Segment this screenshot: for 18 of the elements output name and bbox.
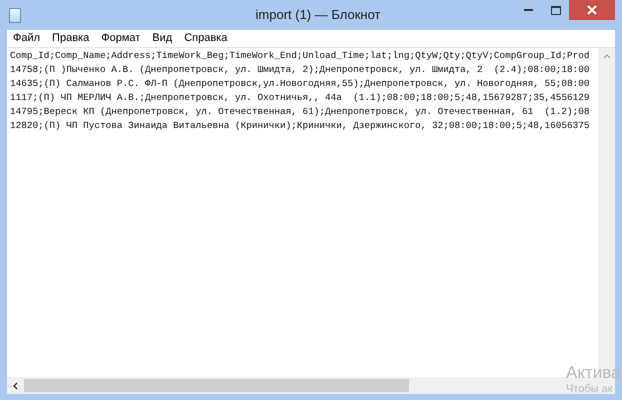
text-line: 14795;Вереск КП (Днепропетровск, ул. Отечественная, 61);Днепропетровск, ул. Отечественная, 61 (1.2);08	[10, 105, 590, 119]
text-line: 1117;(П) ЧП МЕРЛИЧ А.В.;Днепропетровск, ул. Охотничья,, 44а (1.1);08:00;18:00;5;48,15679287;35,4556129	[10, 91, 590, 105]
text-line: 14635;(П) Салманов Р.С. ФЛ-П (Днепропетровск,ул.Новогодняя,55);Днепропетровск, ул. Новогодняя, 55;08:00	[10, 77, 590, 91]
text-line: 14758;(П )Пыченко А.В. (Днепропетровск, ул. Шмидта, 2);Днепропетровск, ул. Шмидта, 2 (2.4);08:00;18:00	[10, 63, 590, 77]
minimize-icon	[524, 8, 533, 12]
menu-item[interactable]: Формат	[95, 30, 146, 47]
text-line: Comp_Id;Comp_Name;Address;TimeWork_Beg;TimeWork_End;Unload_Time;lat;lng;QtyW;Qty;QtyV;CompGroup_Id;Prod	[10, 49, 590, 63]
close-icon	[587, 5, 597, 15]
maximize-icon	[550, 6, 560, 14]
notepad-icon	[9, 8, 21, 22]
scrollbar-thumb[interactable]	[24, 379, 409, 392]
menu-item[interactable]: Вид	[146, 30, 178, 47]
close-button[interactable]	[569, 0, 615, 20]
menu-item[interactable]: Файл	[7, 30, 46, 47]
window-title: import (1) — Блокнот	[256, 6, 380, 24]
text-line: 12820;(П) ЧП Пустова Зинаида Витальевна (Кринички);Кринички, Дзержинского, 32;08:00;18:00;5;48,16056375	[10, 119, 590, 133]
menu-item[interactable]: Правка	[46, 30, 96, 47]
menu-item[interactable]: Справка	[178, 30, 234, 47]
